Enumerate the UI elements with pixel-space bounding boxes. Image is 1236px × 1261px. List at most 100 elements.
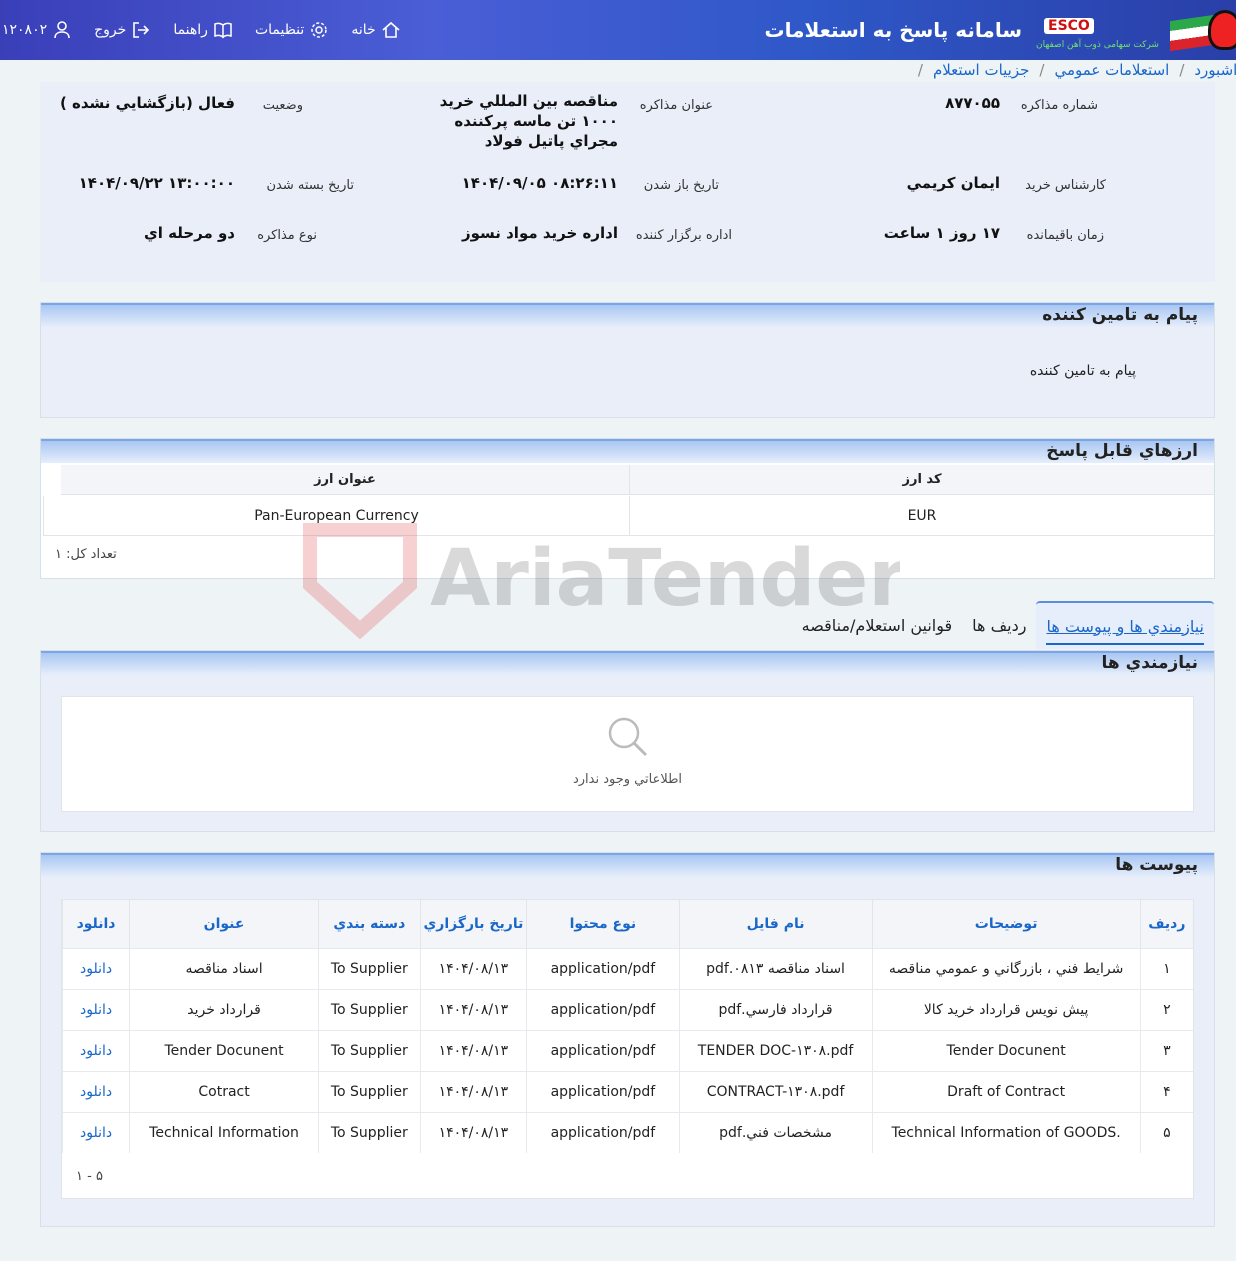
download-link[interactable]: دانلود bbox=[61, 1029, 130, 1071]
currency-table-header: كد ارز عنوان ارز bbox=[61, 465, 1214, 495]
title-value: مناقصه بين المللي خريد ۱۰۰۰ تن ماسه پركن… bbox=[440, 91, 618, 151]
col-upload-date[interactable]: تاريخ بارگزاري bbox=[419, 900, 527, 948]
pager-info: ۱ - ۵ bbox=[76, 1169, 103, 1184]
col-category[interactable]: دسته بندي bbox=[318, 900, 421, 948]
supplier-message-heading: پيام به تامين كننده bbox=[1042, 305, 1198, 325]
title-label: عنوان مذاكره bbox=[639, 98, 713, 113]
row-title: Cotract bbox=[129, 1070, 319, 1112]
row-number: ۳ bbox=[1139, 1029, 1193, 1071]
row-number: ۴ bbox=[1139, 1070, 1193, 1112]
row-description: شرايط فني ، بازرگاني و عمومي مناقصه bbox=[871, 947, 1141, 989]
attachments-header-row: رديف توضيحات نام فايل نوع محتوا تاريخ با… bbox=[61, 900, 1193, 948]
logout-label: خروج bbox=[94, 22, 127, 38]
row-file-name: CONTRACT-۱۳۰۸.pdf bbox=[678, 1070, 873, 1112]
table-row: ۱ شرايط فني ، بازرگاني و عمومي مناقصه اس… bbox=[61, 947, 1193, 989]
tab-bar: نيازمندي ها و پيوست ها رديف ها قوانين اس… bbox=[792, 600, 1214, 650]
row-description: Draft of Contract bbox=[871, 1070, 1141, 1112]
col-content-type[interactable]: نوع محتوا bbox=[526, 900, 680, 948]
row-category: To Supplier bbox=[318, 1111, 421, 1153]
company-name: شرکت سهامی ذوب آهن اصفهان bbox=[1036, 40, 1159, 50]
requirements-empty-box: اطلاعاتي وجود ندارد bbox=[61, 696, 1194, 812]
currencies-panel: ارزهاي قابل پاسخ كد ارز عنوان ارز EUR Pa… bbox=[40, 438, 1215, 579]
user-icon bbox=[54, 21, 70, 39]
row-description: Tender Docunent bbox=[871, 1029, 1141, 1071]
download-link[interactable]: دانلود bbox=[61, 1111, 130, 1153]
col-file-name[interactable]: نام فايل bbox=[678, 900, 873, 948]
panel-header: پيوست ها bbox=[41, 853, 1214, 877]
currencies-heading: ارزهاي قابل پاسخ bbox=[1046, 441, 1198, 461]
row-description: پيش نويس قرارداد خريد كالا bbox=[871, 988, 1141, 1030]
status-label: وضعيت bbox=[262, 98, 303, 113]
office-value: اداره خريد مواد نسوز bbox=[461, 224, 618, 242]
col-download[interactable]: دانلود bbox=[61, 900, 130, 948]
breadcrumb-dashboard[interactable]: داشبورد bbox=[1194, 61, 1236, 79]
attachments-table-wrap: رديف توضيحات نام فايل نوع محتوا تاريخ با… bbox=[61, 899, 1194, 1199]
breadcrumb-inquiry-details[interactable]: جزييات استعلام bbox=[933, 61, 1029, 79]
download-link[interactable]: دانلود bbox=[61, 988, 130, 1030]
gear-icon bbox=[311, 22, 328, 38]
col-title[interactable]: عنوان bbox=[129, 900, 319, 948]
row-file-name: اسناد مناقصه ۰۸۱۳.pdf bbox=[678, 947, 873, 989]
row-number: ۱ bbox=[1139, 947, 1193, 989]
brand: سامانه پاسخ به استعلامات ESCO شرکت سهامی… bbox=[765, 0, 1236, 60]
row-number: ۵ bbox=[1139, 1111, 1193, 1153]
row-category: To Supplier bbox=[318, 1070, 421, 1112]
currency-title-cell: Pan-European Currency bbox=[254, 508, 419, 524]
row-category: To Supplier bbox=[318, 988, 421, 1030]
panel-header: نيازمندي ها bbox=[41, 651, 1214, 675]
col-row[interactable]: رديف bbox=[1139, 900, 1193, 948]
row-title: قرارداد خريد bbox=[129, 988, 319, 1030]
expert-label: كارشناس خريد bbox=[1025, 178, 1106, 193]
logout-link[interactable]: خروج bbox=[94, 20, 151, 40]
currency-code-cell: EUR bbox=[629, 496, 1214, 535]
tab-requirements-attachments[interactable]: نيازمندي ها و پيوست ها bbox=[1036, 601, 1214, 649]
home-icon bbox=[382, 21, 400, 38]
status-value: فعال (بازگشايي نشده ) bbox=[59, 94, 235, 112]
emblem-icon bbox=[1208, 10, 1236, 50]
remaining-time-label: زمان باقيمانده bbox=[1026, 228, 1104, 243]
settings-link[interactable]: تنظيمات bbox=[255, 20, 329, 40]
tab-rules[interactable]: قوانين استعلام/مناقصه bbox=[792, 601, 963, 649]
open-date-value: ۱۴۰۴/۰۹/۰۵ ۰۸:۲۶:۱۱ bbox=[461, 174, 618, 192]
close-date-label: تاريخ بسته شدن bbox=[266, 178, 354, 193]
type-value: دو مرحله اي bbox=[143, 224, 235, 242]
table-row: ۲ پيش نويس قرارداد خريد كالا قرارداد فار… bbox=[61, 988, 1193, 1030]
title-line: مجراي پاتيل فولاد bbox=[484, 132, 618, 150]
home-link[interactable]: خانه bbox=[351, 20, 400, 40]
col-description[interactable]: توضيحات bbox=[871, 900, 1141, 948]
breadcrumb-separator: / bbox=[1179, 61, 1185, 79]
download-link[interactable]: دانلود bbox=[61, 947, 130, 989]
requirements-heading: نيازمندي ها bbox=[1101, 653, 1198, 673]
tab-rows[interactable]: رديف ها bbox=[962, 601, 1036, 649]
office-label: اداره برگزار كننده bbox=[635, 228, 732, 243]
row-description: .Technical Information of GOODS bbox=[871, 1111, 1141, 1153]
row-content-type: application/pdf bbox=[526, 1029, 680, 1071]
supplier-message-panel: پيام به تامين كننده پيام به تامين كننده bbox=[40, 302, 1215, 418]
row-upload-date: ۱۴۰۴/۰۸/۱۳ bbox=[419, 947, 527, 989]
row-upload-date: ۱۴۰۴/۰۸/۱۳ bbox=[419, 1029, 527, 1071]
expert-value: ايمان كريمي bbox=[906, 174, 1000, 192]
supplier-message-body: پيام به تامين كننده bbox=[1029, 363, 1136, 379]
row-title: Technical Information bbox=[129, 1111, 319, 1153]
breadcrumb-separator: / bbox=[917, 61, 923, 79]
title-line: ۱۰۰۰ تن ماسه پركننده bbox=[454, 112, 618, 130]
remaining-time-value: ۱۷ روز ۱ ساعت bbox=[883, 224, 1000, 242]
search-icon bbox=[608, 717, 648, 757]
row-title: اسناد مناقصه bbox=[129, 947, 319, 989]
row-upload-date: ۱۴۰۴/۰۸/۱۳ bbox=[419, 1070, 527, 1112]
currency-title-header: عنوان ارز bbox=[314, 472, 376, 487]
download-link[interactable]: دانلود bbox=[61, 1070, 130, 1112]
user-account[interactable]: ۱۲۰۸۰۲ bbox=[2, 20, 72, 40]
home-label: خانه bbox=[351, 22, 376, 38]
help-label: راهنما bbox=[173, 22, 208, 38]
attachments-table: رديف توضيحات نام فايل نوع محتوا تاريخ با… bbox=[61, 900, 1193, 1153]
panel-header: پيام به تامين كننده bbox=[41, 303, 1214, 327]
breadcrumb-separator: / bbox=[1039, 61, 1045, 79]
breadcrumb-public-inquiries[interactable]: استعلامات عمومي bbox=[1054, 61, 1169, 79]
row-title: Tender Docunent bbox=[129, 1029, 319, 1071]
row-file-name: TENDER DOC-۱۳۰۸.pdf bbox=[678, 1029, 873, 1071]
help-link[interactable]: راهنما bbox=[173, 20, 233, 40]
row-content-type: application/pdf bbox=[526, 947, 680, 989]
row-category: To Supplier bbox=[318, 1029, 421, 1071]
open-date-label: تاريخ باز شدن bbox=[643, 178, 719, 193]
